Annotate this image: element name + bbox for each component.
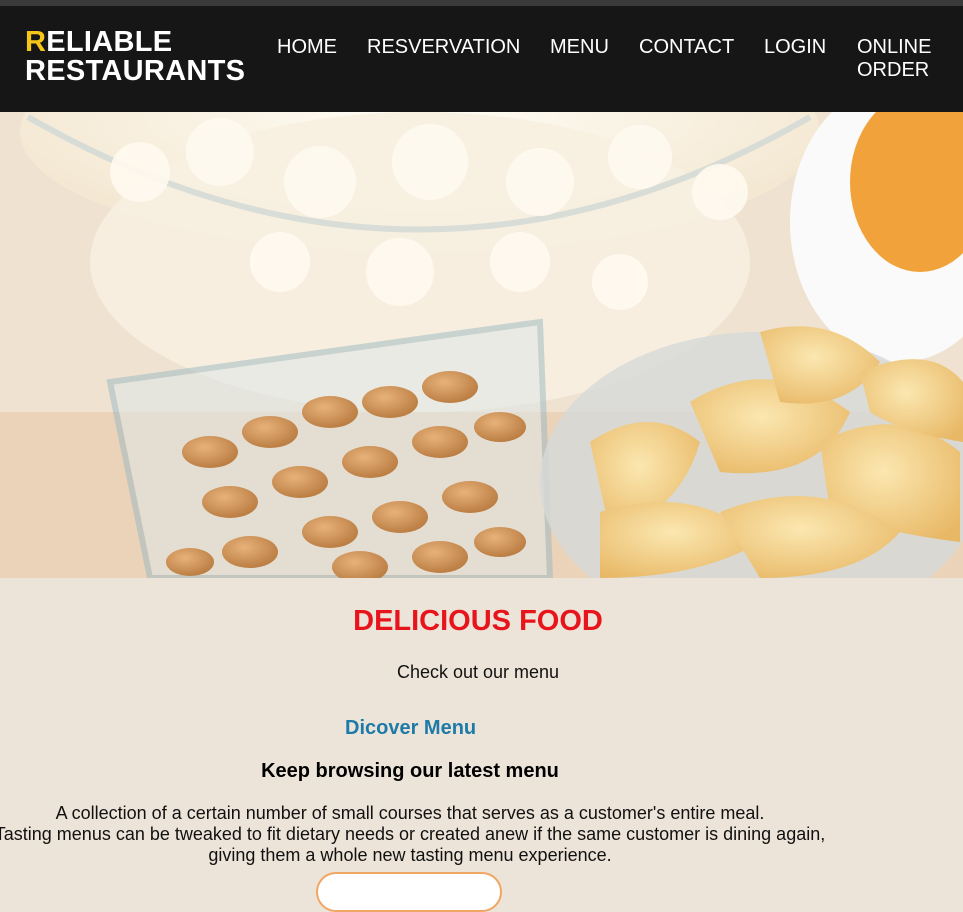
nav-home-link[interactable]: HOME [277, 36, 337, 59]
description-line: A collection of a certain number of smal… [55, 803, 765, 823]
description-line: Tasting menus can be tweaked to fit diet… [0, 824, 826, 844]
navbar: RELIABLE RESTAURANTS HOME RESVERVATION M… [0, 6, 963, 112]
section-heading: DELICIOUS FOOD [353, 605, 603, 637]
snack-bowls-illustration [0, 112, 963, 578]
nav-menu-link[interactable]: MENU [550, 36, 609, 59]
nav-contact-link[interactable]: CONTACT [639, 36, 734, 59]
section-subheading: Check out our menu [396, 662, 560, 682]
discover-menu-link[interactable]: Dicover Menu [345, 717, 476, 740]
menu-description: A collection of a certain number of smal… [0, 803, 828, 866]
menu-cta-button[interactable] [316, 872, 502, 912]
nav-online-order-link[interactable]: ONLINE ORDER [857, 36, 947, 82]
menu-intro-section: DELICIOUS FOOD Check out our menu Dicove… [0, 578, 963, 912]
hero-image [0, 112, 963, 578]
main-nav: HOME RESVERVATION MENU CONTACT LOGIN ONL… [0, 36, 963, 96]
nav-reservation-link[interactable]: RESVERVATION [367, 36, 520, 59]
browse-heading: Keep browsing our latest menu [261, 760, 559, 782]
description-line: giving them a whole new tasting menu exp… [208, 845, 612, 865]
nav-login-link[interactable]: LOGIN [764, 36, 826, 59]
